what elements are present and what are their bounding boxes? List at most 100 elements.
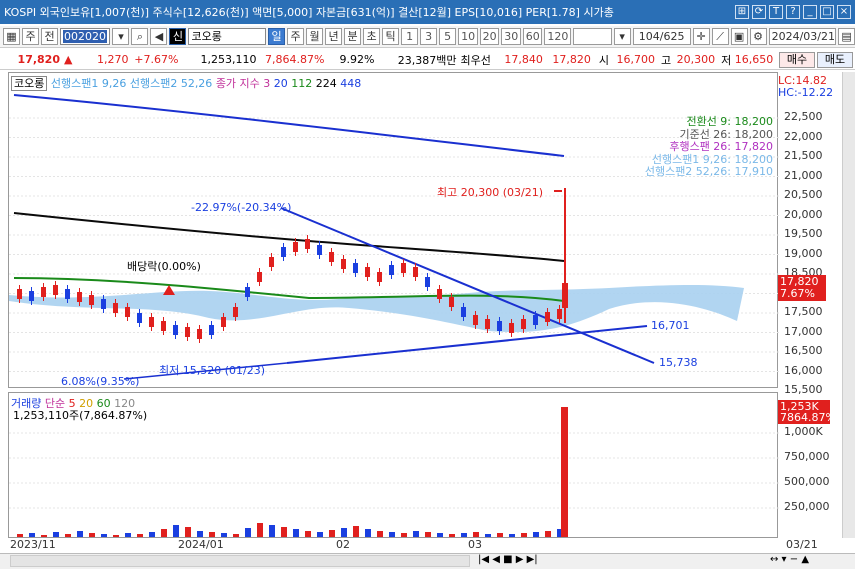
page-counter: 104/625 — [632, 28, 691, 45]
zoom-controls-icon[interactable]: ↔ ▾ − ▲ — [770, 554, 809, 565]
horizontal-scrollbar[interactable] — [10, 555, 470, 567]
search-icon[interactable]: ⌕ — [131, 28, 149, 45]
date-input[interactable]: 2024/03/21 — [768, 28, 837, 45]
price-axis-tick: 21,500 — [784, 149, 823, 162]
price-change-pct: +7.67% — [134, 53, 179, 66]
save-icon[interactable]: ▣ — [730, 28, 748, 45]
interval-20[interactable]: 20 — [479, 28, 500, 45]
scroll-controls-icon[interactable]: |◀ ◀ ■ ▶ ▶| — [478, 554, 538, 565]
open-label: 시 — [598, 53, 609, 67]
trend-value-2: 15,738 — [659, 356, 698, 369]
period-year[interactable]: 년 — [325, 28, 343, 45]
quote-bar: 17,820 ▲ 1,270 +7.67% 1,253,110 7,864.87… — [0, 50, 855, 70]
volume-bar — [329, 530, 335, 537]
x-tick: 02 — [336, 538, 350, 551]
volume-bar — [413, 531, 419, 537]
minimize-icon[interactable]: _ — [803, 5, 817, 19]
volume-bar — [509, 534, 515, 537]
settings-icon[interactable]: ⚙ — [749, 28, 767, 45]
calendar-icon[interactable]: ▤ — [838, 28, 855, 45]
close-icon[interactable]: × — [837, 5, 851, 19]
price-axis-tick: 21,000 — [784, 168, 823, 182]
right-axis: LC:14.82 HC:-12.22 22,500 22,000 21,500 21,… — [778, 72, 842, 538]
volume-bar — [341, 528, 347, 537]
volume-bar — [41, 535, 47, 537]
period-minute[interactable]: 분 — [344, 28, 362, 45]
volume-ratio: 9.92% — [339, 53, 375, 66]
interval-60[interactable]: 60 — [522, 28, 543, 45]
best-bid: 17,820 — [552, 53, 591, 66]
volume-bar — [281, 527, 287, 537]
volume-bar — [77, 531, 83, 537]
ma448-line — [13, 94, 565, 157]
sell-button[interactable]: 매도 — [817, 52, 853, 68]
interval-1[interactable]: 1 — [401, 28, 419, 45]
toolbar: ▦ 주 전 002020 ▾ ⌕ ◀ 신 코오롱 일 주 월 년 분 초 틱 1… — [0, 26, 855, 48]
annot-pct1: -22.97%(-20.34%) — [191, 201, 292, 214]
grid-icon[interactable]: ▦ — [3, 28, 20, 45]
price-axis-tick: 19,500 — [784, 227, 823, 240]
speaker-icon[interactable]: ◀ — [150, 28, 168, 45]
price-axis-tick: 22,000 — [784, 129, 823, 143]
volume-bar — [269, 525, 275, 537]
period-second[interactable]: 초 — [363, 28, 381, 45]
vertical-scrollbar[interactable] — [842, 72, 855, 538]
help-icon[interactable]: ? — [786, 5, 800, 19]
stock-name-field[interactable]: 코오롱 — [188, 28, 267, 45]
period-month[interactable]: 월 — [306, 28, 324, 45]
volume-chart[interactable]: 거래량 단순 5 20 60 120 1,253,110주(7,864.87%) — [8, 392, 779, 538]
line-tool-icon[interactable]: ⟋ — [711, 28, 729, 45]
pin-icon[interactable]: T — [769, 5, 783, 19]
legend-ma3: 224 — [315, 77, 337, 90]
volume-bar — [521, 533, 527, 537]
dropdown-icon[interactable]: ▾ — [613, 28, 631, 45]
price-chart[interactable]: 코오롱 선행스팬1 9,26 선행스팬2 52,26 종가 지수 3 20 11… — [8, 72, 779, 392]
volume-bar — [533, 532, 539, 537]
new-badge: 신 — [169, 28, 187, 45]
legend-stock-name[interactable]: 코오롱 — [11, 76, 48, 91]
volume-tag: 1,253K 7864.87% — [778, 400, 836, 424]
title-text: KOSPI 외국인보유[1,007(천)] 주식수[12,626(천)] 액면[… — [4, 6, 614, 19]
maximize-icon[interactable]: □ — [820, 5, 834, 19]
price-axis-tick: 16,500 — [784, 344, 823, 357]
volume-axis-tick: 500,000 — [784, 475, 830, 488]
link-icon[interactable]: ⊞ — [735, 5, 749, 19]
bottom-bar: |◀ ◀ ■ ▶ ▶| ↔ ▾ − ▲ — [0, 553, 855, 569]
price-axis-tick: 16,000 — [784, 363, 823, 377]
interval-30[interactable]: 30 — [501, 28, 521, 45]
interval-5[interactable]: 5 — [439, 28, 457, 45]
low-price: 16,650 — [734, 53, 774, 66]
prev-button[interactable]: 전 — [41, 28, 58, 45]
volume-bar — [101, 534, 107, 537]
legend-ma-label: 종가 지수 3 — [215, 77, 271, 90]
volume-axis-tick: 750,000 — [784, 450, 830, 463]
crosshair-icon[interactable]: ✛ — [692, 28, 710, 45]
interval-120[interactable]: 120 — [544, 28, 571, 45]
period-day[interactable]: 일 — [268, 28, 286, 45]
interval-input[interactable] — [572, 28, 612, 45]
buy-button[interactable]: 매수 — [779, 52, 815, 68]
volume-bar — [257, 523, 263, 537]
interval-3[interactable]: 3 — [420, 28, 438, 45]
price-axis-tick: 17,500 — [784, 305, 823, 318]
high-label: 고 — [660, 53, 672, 67]
volume-bar — [449, 534, 455, 537]
type-select[interactable]: 주 — [22, 28, 39, 45]
price-axis-tick: 22,500 — [784, 110, 823, 123]
period-week[interactable]: 주 — [287, 28, 305, 45]
refresh-icon[interactable]: ⟳ — [752, 5, 766, 19]
volume-bar — [17, 534, 23, 537]
stock-code-input[interactable]: 002020 — [60, 28, 111, 45]
interval-10[interactable]: 10 — [458, 28, 478, 45]
legend-lead2: 선행스팬2 52,26 — [129, 77, 213, 90]
dropdown-icon[interactable]: ▾ — [112, 28, 130, 45]
period-tick[interactable]: 틱 — [382, 28, 400, 45]
volume-bar — [113, 535, 119, 537]
title-bar: KOSPI 외국인보유[1,007(천)] 주식수[12,626(천)] 액면[… — [0, 0, 855, 24]
volume-bar — [221, 533, 227, 537]
volume-bar — [389, 532, 395, 537]
legend-ma4: 448 — [340, 77, 362, 90]
volume-bar — [545, 531, 551, 537]
volume-tag-pct: 7864.87% — [780, 411, 836, 424]
up-arrow-icon: ▲ — [64, 53, 73, 66]
